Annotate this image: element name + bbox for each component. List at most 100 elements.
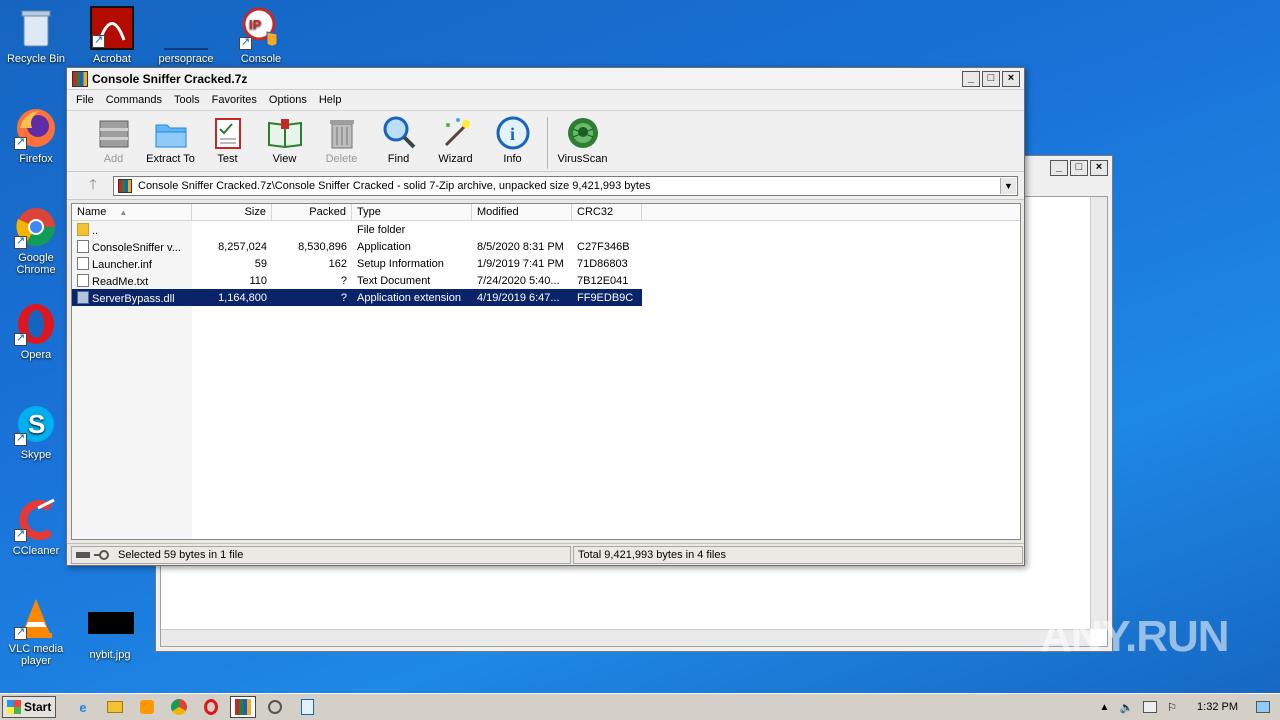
svg-text:IP: IP — [249, 17, 262, 32]
cell-size: 8,257,024 — [218, 240, 267, 253]
close-button[interactable]: × — [1090, 160, 1108, 176]
magnifier-taskbar-icon[interactable] — [262, 696, 288, 718]
info-label: Info — [503, 153, 522, 165]
cell-name: ServerBypass.dll — [72, 290, 192, 305]
firefox-icon — [14, 106, 58, 150]
desktop-icon-console[interactable]: IP Console — [225, 6, 297, 65]
menu-help[interactable]: Help — [313, 94, 348, 106]
minimize-button[interactable]: _ — [1050, 160, 1068, 176]
chevron-down-icon[interactable]: ▼ — [1000, 177, 1016, 194]
desktop-icon-label: Console — [240, 53, 282, 65]
desktop-icon-label: persoprace — [158, 53, 214, 65]
file-explorer-icon[interactable] — [102, 696, 128, 718]
start-button[interactable]: Start — [2, 696, 56, 718]
add-button[interactable]: Add — [85, 115, 142, 165]
find-magnifier-icon — [381, 115, 417, 151]
desktop-icon-opera[interactable]: Opera — [0, 302, 72, 361]
recycle-bin-icon — [14, 6, 58, 50]
maximize-button[interactable]: □ — [1070, 160, 1088, 176]
vertical-scrollbar[interactable] — [1090, 197, 1107, 629]
opera-icon — [14, 302, 58, 346]
vlc-icon — [14, 596, 58, 640]
wizard-button[interactable]: Wizard — [427, 115, 484, 165]
horizontal-scrollbar[interactable] — [161, 629, 1090, 646]
column-header-packed[interactable]: Packed — [272, 204, 352, 220]
desktop-icon-chrome[interactable]: Google Chrome — [0, 205, 72, 276]
desktop-icon-firefox[interactable]: Firefox — [0, 106, 72, 165]
maximize-button[interactable]: □ — [982, 71, 1000, 87]
info-button[interactable]: i Info — [484, 115, 541, 165]
table-row[interactable]: ReadMe.txt 110 ? Text Document 7/24/2020… — [72, 272, 1020, 289]
extract-folder-icon — [153, 115, 189, 151]
column-header-modified[interactable]: Modified — [472, 204, 572, 220]
cell-modified: 1/9/2019 7:41 PM — [477, 257, 564, 270]
winrar-taskbar-icon[interactable] — [230, 696, 256, 718]
table-row[interactable]: ConsoleSniffer v... 8,257,024 8,530,896 … — [72, 238, 1020, 255]
up-one-level-button[interactable]: 🡑 — [73, 174, 113, 198]
virus-scan-icon — [565, 115, 601, 151]
menu-options[interactable]: Options — [263, 94, 313, 106]
text-document-icon — [77, 273, 89, 287]
shortcut-arrow-icon — [14, 625, 27, 640]
desktop-icon-nybit[interactable]: nybit.jpg — [74, 606, 146, 661]
column-header-crc32[interactable]: CRC32 — [572, 204, 642, 220]
opera-taskbar-icon[interactable] — [198, 696, 224, 718]
desktop-icon-recycle-bin[interactable]: Recycle Bin — [0, 6, 72, 65]
chevron-up-icon[interactable]: ▲ — [1100, 702, 1110, 713]
cell-size: 1,164,800 — [218, 291, 267, 304]
desktop-icon-acrobat[interactable]: Acrobat — [76, 6, 148, 65]
desktop-icon-vlc[interactable]: VLC media player — [0, 596, 72, 667]
notepad-taskbar-icon[interactable] — [294, 696, 320, 718]
media-player-icon[interactable] — [134, 696, 160, 718]
chrome-icon — [14, 205, 58, 249]
cell-packed: 8,530,896 — [298, 240, 347, 253]
flag-icon[interactable]: ⚐ — [1167, 701, 1177, 714]
delete-trash-icon — [324, 115, 360, 151]
view-button[interactable]: View — [256, 115, 313, 165]
column-header-name[interactable]: Name ▲ — [72, 204, 192, 220]
desktop-icon-label: Google Chrome — [16, 252, 56, 276]
table-row[interactable]: .. File folder — [72, 221, 1020, 238]
desktop-icon-persoprace[interactable]: persoprace — [150, 6, 222, 65]
winrar-icon — [72, 70, 88, 87]
delete-button[interactable]: Delete — [313, 115, 370, 165]
file-list[interactable]: Name ▲ Size Packed Type Modified CRC32 .… — [71, 203, 1021, 540]
chrome-taskbar-icon[interactable] — [166, 696, 192, 718]
speaker-icon[interactable]: 🔈 — [1119, 701, 1133, 714]
find-button[interactable]: Find — [370, 115, 427, 165]
internet-explorer-icon[interactable]: e — [70, 696, 96, 718]
menu-commands[interactable]: Commands — [100, 94, 168, 106]
virusscan-label: VirusScan — [557, 153, 608, 165]
address-field[interactable]: Console Sniffer Cracked.7z\Console Sniff… — [113, 175, 1018, 196]
ccleaner-icon — [14, 498, 58, 542]
cell-name: .. — [72, 222, 192, 237]
desktop-icon-label: nybit.jpg — [89, 649, 131, 661]
column-header-type[interactable]: Type — [352, 204, 472, 220]
column-header-size[interactable]: Size — [192, 204, 272, 220]
menu-tools[interactable]: Tools — [168, 94, 206, 106]
network-icon[interactable] — [1143, 701, 1158, 713]
archive-window[interactable]: Console Sniffer Cracked.7z _ □ × File Co… — [66, 67, 1025, 566]
desktop-icon-ccleaner[interactable]: CCleaner — [0, 498, 72, 557]
clock[interactable]: 1:32 PM — [1197, 701, 1238, 713]
title-bar[interactable]: Console Sniffer Cracked.7z _ □ × — [67, 68, 1024, 90]
table-row-selected[interactable]: ServerBypass.dll 1,164,800 ? Application… — [72, 289, 642, 306]
table-row[interactable]: Launcher.inf 59 162 Setup Information 1/… — [72, 255, 1020, 272]
minimize-button[interactable]: _ — [962, 71, 980, 87]
wizard-label: Wizard — [438, 153, 473, 165]
show-desktop-button[interactable] — [1256, 701, 1270, 713]
cell-modified: 4/19/2019 6:47... — [477, 291, 560, 304]
cell-packed: 162 — [328, 257, 347, 270]
view-label: View — [272, 153, 297, 165]
desktop-icon-skype[interactable]: S Skype — [0, 402, 72, 461]
shortcut-arrow-icon — [239, 35, 252, 50]
list-header: Name ▲ Size Packed Type Modified CRC32 — [72, 204, 1020, 221]
virusscan-button[interactable]: VirusScan — [554, 115, 611, 165]
menu-favorites[interactable]: Favorites — [206, 94, 263, 106]
close-button[interactable]: × — [1002, 71, 1020, 87]
address-path: Console Sniffer Cracked.7z\Console Sniff… — [138, 179, 651, 192]
anyrun-watermark: ANY.RUN — [1040, 612, 1230, 661]
menu-file[interactable]: File — [70, 94, 100, 106]
extract-to-button[interactable]: Extract To — [142, 115, 199, 165]
test-button[interactable]: Test — [199, 115, 256, 165]
